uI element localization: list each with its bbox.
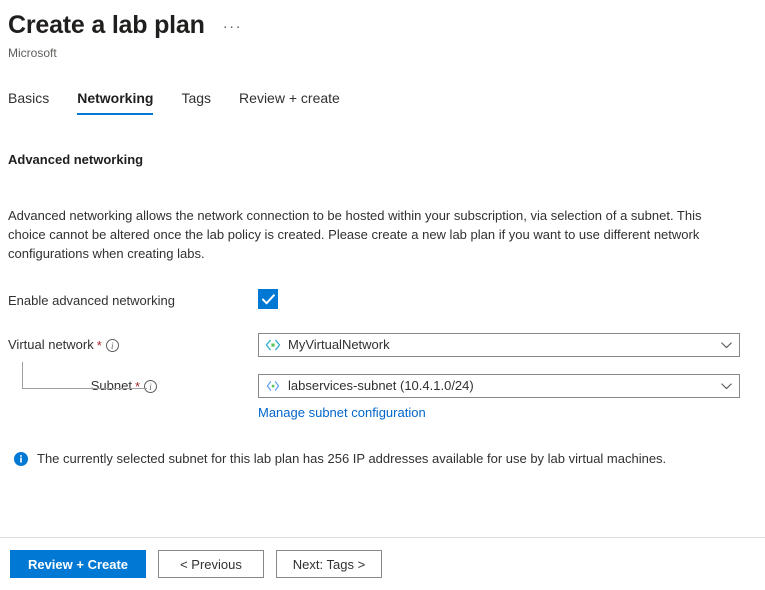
virtual-network-value: MyVirtualNetwork [288, 336, 713, 354]
info-message-text: The currently selected subnet for this l… [37, 450, 666, 468]
title-row: Create a lab plan ··· [8, 10, 765, 40]
tab-bar: Basics Networking Tags Review + create [0, 85, 765, 115]
subnet-value: labservices-subnet (10.4.1.0/24) [288, 377, 713, 395]
enable-advanced-networking-checkbox[interactable] [258, 289, 278, 309]
chevron-down-icon[interactable] [713, 383, 739, 390]
main-content: Advanced networking Advanced networking … [0, 151, 765, 468]
check-icon [262, 294, 275, 305]
section-description: Advanced networking allows the network c… [8, 206, 708, 263]
info-icon-subnet[interactable]: i [144, 380, 157, 393]
section-heading: Advanced networking [8, 151, 757, 169]
more-options-icon[interactable]: ··· [223, 22, 243, 32]
row-virtual-network: Virtual network * i MyVirtualNetwork [8, 333, 757, 357]
virtual-network-icon [265, 338, 281, 352]
manage-subnet-configuration-link[interactable]: Manage subnet configuration [258, 404, 426, 422]
form-area: Enable advanced networking Virtual netwo… [8, 289, 757, 422]
row-enable-advanced-networking: Enable advanced networking [8, 289, 757, 313]
label-enable-advanced-networking: Enable advanced networking [8, 289, 258, 311]
label-subnet: Subnet * i [8, 374, 258, 396]
previous-button[interactable]: < Previous [158, 550, 264, 578]
tab-networking[interactable]: Networking [77, 89, 153, 115]
label-text: Subnet [91, 376, 132, 396]
label-virtual-network: Virtual network * i [8, 333, 258, 355]
required-asterisk: * [97, 339, 102, 352]
page-header: Create a lab plan ··· Microsoft [0, 0, 765, 61]
tab-basics[interactable]: Basics [8, 89, 49, 115]
page-subtitle: Microsoft [8, 45, 765, 61]
page-title: Create a lab plan [8, 10, 205, 40]
virtual-network-dropdown[interactable]: MyVirtualNetwork [258, 333, 740, 357]
review-create-button[interactable]: Review + Create [10, 550, 146, 578]
required-asterisk: * [135, 380, 140, 393]
row-subnet: Subnet * i labservices-subnet (10.4.1.0/… [8, 374, 757, 422]
label-text: Virtual network [8, 335, 94, 355]
subnet-icon [265, 379, 281, 393]
info-icon-virtual-network[interactable]: i [106, 339, 119, 352]
tab-review-create[interactable]: Review + create [239, 89, 340, 115]
control-enable-advanced-networking [258, 289, 757, 309]
subnet-dropdown[interactable]: labservices-subnet (10.4.1.0/24) [258, 374, 740, 398]
tab-tags[interactable]: Tags [181, 89, 211, 115]
info-circle-icon [14, 452, 28, 466]
label-text: Enable advanced networking [8, 291, 175, 311]
next-tags-button[interactable]: Next: Tags > [276, 550, 382, 578]
control-subnet: labservices-subnet (10.4.1.0/24) Manage … [258, 374, 757, 422]
control-virtual-network: MyVirtualNetwork [258, 333, 757, 357]
info-message: The currently selected subnet for this l… [8, 450, 757, 468]
chevron-down-icon[interactable] [713, 342, 739, 349]
footer-bar: Review + Create < Previous Next: Tags > [0, 538, 765, 590]
